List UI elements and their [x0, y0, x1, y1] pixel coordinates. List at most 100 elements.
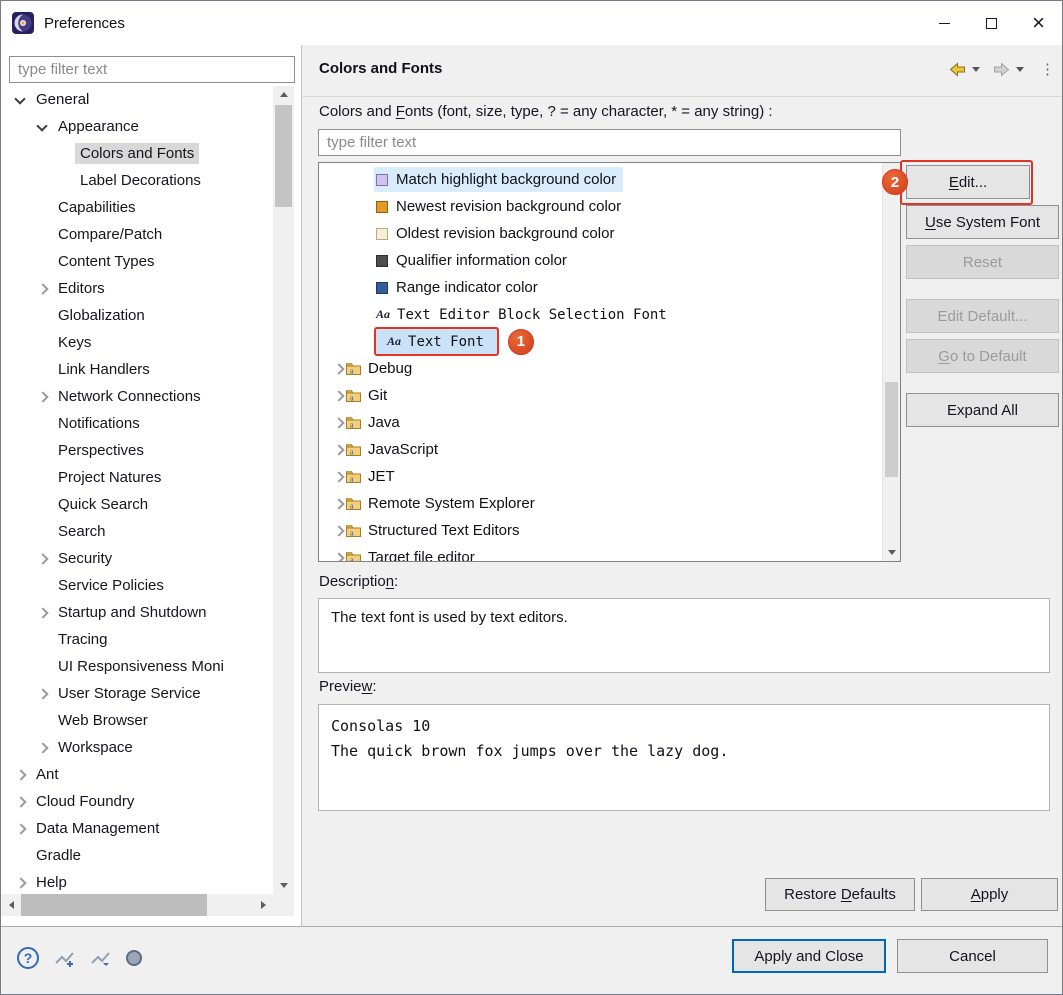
- preference-recorder-icon[interactable]: [126, 950, 142, 966]
- button-use-system-font[interactable]: Use System Font: [906, 205, 1059, 239]
- font-list-item-java[interactable]: aJava: [319, 409, 882, 436]
- help-icon[interactable]: ?: [17, 947, 39, 969]
- tree-vertical-scrollbar[interactable]: [273, 86, 294, 894]
- close-button[interactable]: ×: [1015, 1, 1062, 45]
- chevron-right-icon[interactable]: [31, 599, 53, 626]
- tree-item-tracing[interactable]: Tracing: [1, 626, 273, 653]
- chevron-right-icon[interactable]: [31, 383, 53, 410]
- chevron-right-icon[interactable]: [31, 734, 53, 761]
- button-expand-all[interactable]: Expand All: [906, 393, 1059, 427]
- font-list-item-text-font[interactable]: AaText Font1: [319, 328, 882, 355]
- list-vertical-scrollbar[interactable]: [882, 163, 900, 561]
- import-preferences-icon[interactable]: [54, 950, 75, 967]
- tree-item-user-storage-service[interactable]: User Storage Service: [1, 680, 273, 707]
- scroll-down-icon[interactable]: [273, 877, 294, 894]
- font-list-item-oldest-revision-background-color[interactable]: Oldest revision background color: [319, 220, 882, 247]
- tree-item-notifications[interactable]: Notifications: [1, 410, 273, 437]
- font-list-item-text-editor-block-selection-font[interactable]: AaText Editor Block Selection Font: [319, 301, 882, 328]
- chevron-right-icon[interactable]: [31, 680, 53, 707]
- tree-item-globalization[interactable]: Globalization: [1, 302, 273, 329]
- font-list-item-match-highlight-background-color[interactable]: Match highlight background color: [319, 166, 882, 193]
- font-list-item-newest-revision-background-color[interactable]: Newest revision background color: [319, 193, 882, 220]
- annotation-step-1-badge: 1: [508, 329, 534, 355]
- export-preferences-icon[interactable]: [90, 950, 111, 967]
- tree-item-search[interactable]: Search: [1, 518, 273, 545]
- tree-item-data-management[interactable]: Data Management: [1, 815, 273, 842]
- scroll-down-icon[interactable]: [883, 544, 900, 561]
- cancel-button[interactable]: Cancel: [897, 939, 1048, 973]
- tree-horizontal-scrollbar[interactable]: [1, 894, 273, 916]
- chevron-spacer: [31, 464, 53, 491]
- chevron-right-icon[interactable]: [9, 815, 31, 842]
- font-list-item-debug[interactable]: aDebug: [319, 355, 882, 382]
- chevron-right-icon[interactable]: [327, 355, 345, 382]
- font-list-item-range-indicator-color[interactable]: Range indicator color: [319, 274, 882, 301]
- tree-item-label: Appearance: [53, 116, 144, 137]
- tree-item-ui-responsiveness-moni[interactable]: UI Responsiveness Moni: [1, 653, 273, 680]
- category-folder-icon: a: [345, 524, 362, 538]
- tree-item-startup-and-shutdown[interactable]: Startup and Shutdown: [1, 599, 273, 626]
- back-arrow-icon[interactable]: [946, 57, 968, 81]
- chevron-down-icon[interactable]: [31, 113, 53, 140]
- chevron-right-icon[interactable]: [9, 761, 31, 788]
- maximize-button[interactable]: [968, 1, 1015, 45]
- tree-filter-input[interactable]: [9, 56, 295, 83]
- tree-item-help[interactable]: Help: [1, 869, 273, 894]
- tree-scrollbar-thumb[interactable]: [275, 105, 292, 207]
- chevron-right-icon[interactable]: [327, 490, 345, 517]
- chevron-right-icon[interactable]: [327, 463, 345, 490]
- font-list-item-git[interactable]: aGit: [319, 382, 882, 409]
- scroll-left-icon[interactable]: [1, 894, 21, 916]
- apply-and-close-button[interactable]: Apply and Close: [732, 939, 886, 973]
- back-history-caret-icon[interactable]: [972, 67, 980, 72]
- tree-item-workspace[interactable]: Workspace: [1, 734, 273, 761]
- scroll-right-icon[interactable]: [253, 894, 273, 916]
- tree-item-ant[interactable]: Ant: [1, 761, 273, 788]
- chevron-spacer: [31, 572, 53, 599]
- font-list-item-structured-text-editors[interactable]: aStructured Text Editors: [319, 517, 882, 544]
- fonts-filter-input[interactable]: [318, 129, 901, 156]
- chevron-right-icon[interactable]: [31, 545, 53, 572]
- tree-item-content-types[interactable]: Content Types: [1, 248, 273, 275]
- tree-item-project-natures[interactable]: Project Natures: [1, 464, 273, 491]
- chevron-right-icon[interactable]: [327, 382, 345, 409]
- chevron-right-icon[interactable]: [327, 544, 345, 561]
- font-list-item-remote-system-explorer[interactable]: aRemote System Explorer: [319, 490, 882, 517]
- font-list-item-jet[interactable]: aJET: [319, 463, 882, 490]
- tree-item-web-browser[interactable]: Web Browser: [1, 707, 273, 734]
- tree-item-service-policies[interactable]: Service Policies: [1, 572, 273, 599]
- tree-item-compare-patch[interactable]: Compare/Patch: [1, 221, 273, 248]
- tree-item-colors-and-fonts[interactable]: Colors and Fonts: [1, 140, 273, 167]
- restore-defaults-button[interactable]: Restore Defaults: [765, 878, 915, 911]
- view-menu-icon[interactable]: ⋮: [1040, 60, 1054, 78]
- tree-item-capabilities[interactable]: Capabilities: [1, 194, 273, 221]
- tree-item-label-decorations[interactable]: Label Decorations: [1, 167, 273, 194]
- chevron-right-icon[interactable]: [327, 436, 345, 463]
- chevron-down-icon[interactable]: [9, 86, 31, 113]
- tree-item-editors[interactable]: Editors: [1, 275, 273, 302]
- chevron-right-icon[interactable]: [9, 869, 31, 894]
- tree-item-quick-search[interactable]: Quick Search: [1, 491, 273, 518]
- tree-item-cloud-foundry[interactable]: Cloud Foundry: [1, 788, 273, 815]
- font-list-item-qualifier-information-color[interactable]: Qualifier information color: [319, 247, 882, 274]
- tree-item-security[interactable]: Security: [1, 545, 273, 572]
- chevron-right-icon[interactable]: [9, 788, 31, 815]
- chevron-right-icon[interactable]: [31, 275, 53, 302]
- font-list-item-target-file-editor[interactable]: aTarget file editor: [319, 544, 882, 561]
- tree-item-gradle[interactable]: Gradle: [1, 842, 273, 869]
- font-list-item-javascript[interactable]: aJavaScript: [319, 436, 882, 463]
- tree-item-network-connections[interactable]: Network Connections: [1, 383, 273, 410]
- button-edit[interactable]: Edit...: [906, 165, 1030, 199]
- list-scrollbar-thumb[interactable]: [885, 382, 898, 477]
- tree-item-perspectives[interactable]: Perspectives: [1, 437, 273, 464]
- tree-hscrollbar-thumb[interactable]: [21, 894, 207, 916]
- tree-item-keys[interactable]: Keys: [1, 329, 273, 356]
- tree-item-general[interactable]: General: [1, 86, 273, 113]
- chevron-right-icon[interactable]: [327, 409, 345, 436]
- chevron-right-icon[interactable]: [327, 517, 345, 544]
- minimize-button[interactable]: [921, 1, 968, 45]
- apply-button[interactable]: Apply: [921, 878, 1058, 911]
- tree-item-link-handlers[interactable]: Link Handlers: [1, 356, 273, 383]
- scroll-up-icon[interactable]: [273, 86, 294, 103]
- tree-item-appearance[interactable]: Appearance: [1, 113, 273, 140]
